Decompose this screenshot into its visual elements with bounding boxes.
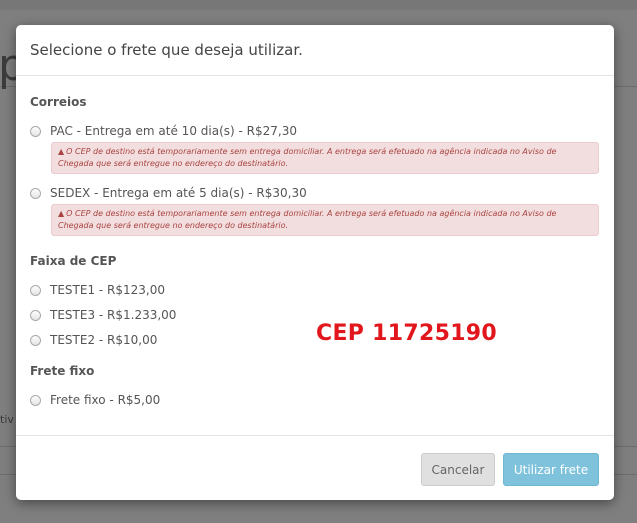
shipping-option-frete-fixo[interactable]: Frete fixo - R$5,00 — [30, 393, 160, 407]
option-label: TESTE3 - R$1.233,00 — [50, 308, 177, 322]
radio-button[interactable] — [30, 334, 41, 346]
option-label: TESTE2 - R$10,00 — [50, 333, 158, 347]
radio-button[interactable] — [30, 125, 41, 137]
delivery-warning-alert: ▲ O CEP de destino está temporariamente s… — [51, 142, 599, 174]
backdrop-header — [0, 0, 637, 10]
option-label: TESTE1 - R$123,00 — [50, 283, 165, 297]
modal-header: Selecione o frete que deseja utilizar. — [16, 25, 614, 76]
shipping-option-teste3[interactable]: TESTE3 - R$1.233,00 — [30, 308, 176, 322]
radio-button[interactable] — [30, 284, 41, 296]
modal-footer: Cancelar Utilizar frete — [16, 435, 614, 500]
alert-text: O CEP de destino está temporariamente se… — [58, 147, 557, 168]
section-title-frete-fixo: Frete fixo — [30, 364, 95, 378]
option-label: SEDEX - Entrega em até 5 dia(s) - R$30,3… — [50, 186, 307, 200]
modal-title: Selecione o frete que deseja utilizar. — [30, 41, 303, 59]
radio-button[interactable] — [30, 187, 41, 199]
backdrop-text: tiv — [0, 413, 14, 426]
cep-annotation: CEP 11725190 — [316, 321, 498, 346]
warning-icon: ▲ — [58, 147, 65, 156]
shipping-option-sedex[interactable]: SEDEX - Entrega em até 5 dia(s) - R$30,3… — [30, 186, 307, 200]
cancel-button[interactable]: Cancelar — [421, 453, 495, 486]
alert-text: O CEP de destino está temporariamente se… — [58, 209, 557, 230]
shipping-option-teste2[interactable]: TESTE2 - R$10,00 — [30, 333, 157, 347]
use-shipping-button[interactable]: Utilizar frete — [503, 453, 599, 486]
section-title-faixa-de-cep: Faixa de CEP — [30, 254, 117, 268]
warning-icon: ▲ — [58, 209, 65, 218]
section-title-correios: Correios — [30, 95, 87, 109]
radio-button[interactable] — [30, 309, 41, 321]
shipping-modal: Selecione o frete que deseja utilizar. C… — [16, 25, 614, 500]
delivery-warning-alert: ▲ O CEP de destino está temporariamente s… — [51, 204, 599, 236]
radio-button[interactable] — [30, 394, 41, 406]
shipping-option-pac[interactable]: PAC - Entrega em até 10 dia(s) - R$27,30 — [30, 124, 297, 138]
shipping-option-teste1[interactable]: TESTE1 - R$123,00 — [30, 283, 165, 297]
option-label: Frete fixo - R$5,00 — [50, 393, 161, 407]
option-label: PAC - Entrega em até 10 dia(s) - R$27,30 — [50, 124, 297, 138]
